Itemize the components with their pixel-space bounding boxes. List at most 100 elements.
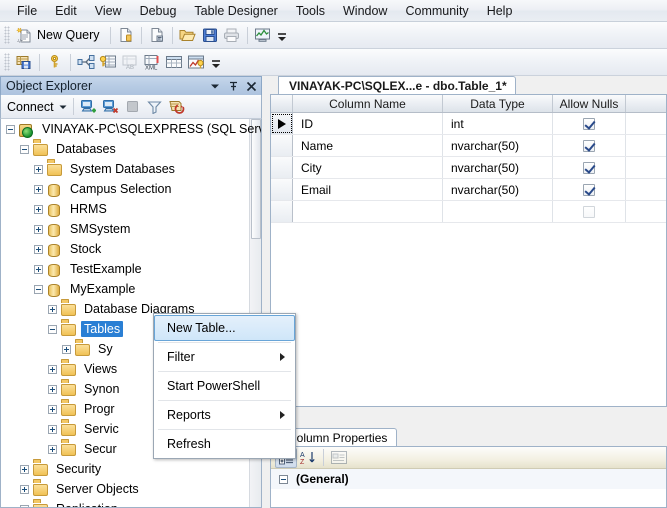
- row-selector[interactable]: [271, 135, 293, 156]
- save-icon[interactable]: [199, 24, 221, 46]
- expand-icon[interactable]: [20, 505, 29, 508]
- tree-node[interactable]: TestExample: [1, 259, 261, 279]
- new-query-icon[interactable]: [13, 24, 35, 46]
- manage-check-constraints-icon[interactable]: [163, 51, 185, 73]
- tree-node[interactable]: Replication: [1, 499, 261, 508]
- menu-item-window[interactable]: Window: [334, 1, 396, 21]
- expand-icon[interactable]: [34, 265, 43, 274]
- window-dropdown-icon[interactable]: [207, 79, 223, 94]
- manage-fulltext-index-icon[interactable]: AB: [119, 51, 141, 73]
- menu-item-tools[interactable]: Tools: [287, 1, 334, 21]
- manage-indexes-icon[interactable]: [97, 51, 119, 73]
- manage-partitions-icon[interactable]: [185, 51, 207, 73]
- toolbar-grip[interactable]: [4, 53, 10, 71]
- collapse-icon[interactable]: [6, 125, 15, 134]
- toolbar-overflow-icon[interactable]: [209, 51, 222, 73]
- row-selector[interactable]: [271, 201, 293, 222]
- cell-allow-nulls[interactable]: [553, 135, 626, 156]
- expand-icon[interactable]: [34, 185, 43, 194]
- row-selector[interactable]: [271, 113, 293, 134]
- collapse-icon[interactable]: [20, 145, 29, 154]
- allow-nulls-checkbox[interactable]: [583, 184, 595, 196]
- activity-monitor-icon[interactable]: [252, 24, 274, 46]
- expand-icon[interactable]: [48, 385, 57, 394]
- expand-icon[interactable]: [48, 305, 57, 314]
- cell-data-type[interactable]: [443, 201, 553, 222]
- tree-node[interactable]: Campus Selection: [1, 179, 261, 199]
- grid-row[interactable]: IDint: [271, 113, 666, 135]
- auto-hide-pin-icon[interactable]: [225, 79, 241, 94]
- context-menu-item[interactable]: Refresh: [155, 431, 294, 457]
- tree-node[interactable]: Databases: [1, 139, 261, 159]
- manage-xml-indexes-icon[interactable]: XML: [141, 51, 163, 73]
- cell-data-type[interactable]: nvarchar(50): [443, 157, 553, 178]
- new-query-button[interactable]: New Query: [35, 24, 106, 46]
- connect-object-explorer-icon[interactable]: [78, 96, 100, 118]
- expand-icon[interactable]: [20, 485, 29, 494]
- set-primary-key-icon[interactable]: [44, 51, 66, 73]
- context-menu-item[interactable]: Filter: [155, 344, 294, 370]
- grid-header-allow-nulls[interactable]: Allow Nulls: [553, 95, 626, 112]
- context-menu-item[interactable]: Start PowerShell: [155, 373, 294, 399]
- filter-icon[interactable]: [144, 96, 166, 118]
- allow-nulls-checkbox[interactable]: [583, 118, 595, 130]
- menu-item-edit[interactable]: Edit: [46, 1, 86, 21]
- disconnect-object-explorer-icon[interactable]: [100, 96, 122, 118]
- row-selector[interactable]: [271, 157, 293, 178]
- expand-icon[interactable]: [34, 205, 43, 214]
- toolbar-overflow-icon[interactable]: [276, 24, 289, 46]
- allow-nulls-checkbox[interactable]: [583, 140, 595, 152]
- expand-icon[interactable]: [34, 225, 43, 234]
- tree-node[interactable]: Security: [1, 459, 261, 479]
- refresh-icon[interactable]: [166, 96, 188, 118]
- cell-data-type[interactable]: nvarchar(50): [443, 179, 553, 200]
- new-file-script-icon[interactable]: [146, 24, 168, 46]
- cell-allow-nulls[interactable]: [553, 179, 626, 200]
- allow-nulls-checkbox[interactable]: [583, 206, 595, 218]
- print-icon[interactable]: [221, 24, 243, 46]
- cell-column-name[interactable]: Name: [293, 135, 443, 156]
- context-menu-item[interactable]: New Table...: [154, 315, 295, 341]
- expand-icon[interactable]: [48, 425, 57, 434]
- cell-allow-nulls[interactable]: [553, 113, 626, 134]
- open-file-icon[interactable]: [177, 24, 199, 46]
- cell-column-name[interactable]: City: [293, 157, 443, 178]
- cell-data-type[interactable]: nvarchar(50): [443, 135, 553, 156]
- grid-header-data-type[interactable]: Data Type: [443, 95, 553, 112]
- cell-allow-nulls[interactable]: [553, 157, 626, 178]
- expand-icon[interactable]: [48, 405, 57, 414]
- tab-table-designer[interactable]: VINAYAK-PC\SQLEX...e - dbo.Table_1*: [278, 76, 516, 94]
- context-menu-item[interactable]: Reports: [155, 402, 294, 428]
- tree-node[interactable]: VINAYAK-PC\SQLEXPRESS (SQL Server 10: [1, 119, 261, 139]
- tree-node[interactable]: System Databases: [1, 159, 261, 179]
- cell-data-type[interactable]: int: [443, 113, 553, 134]
- expand-icon[interactable]: [34, 245, 43, 254]
- menu-item-community[interactable]: Community: [396, 1, 477, 21]
- relationships-icon[interactable]: [75, 51, 97, 73]
- expand-icon[interactable]: [62, 345, 71, 354]
- row-selector[interactable]: [271, 179, 293, 200]
- expand-icon[interactable]: [20, 465, 29, 474]
- collapse-icon[interactable]: [34, 285, 43, 294]
- tree-node[interactable]: Server Objects: [1, 479, 261, 499]
- table-designer-grid[interactable]: Column Name Data Type Allow Nulls IDintN…: [270, 94, 667, 407]
- save-table-icon[interactable]: [13, 51, 35, 73]
- menu-item-debug[interactable]: Debug: [131, 1, 186, 21]
- cell-allow-nulls[interactable]: [553, 201, 626, 222]
- new-file-icon[interactable]: [115, 24, 137, 46]
- menu-item-table-designer[interactable]: Table Designer: [185, 1, 286, 21]
- toolbar-grip[interactable]: [4, 26, 10, 44]
- expand-icon[interactable]: [34, 165, 43, 174]
- menu-item-help[interactable]: Help: [478, 1, 522, 21]
- grid-row[interactable]: [271, 201, 666, 223]
- context-menu[interactable]: New Table... Filter Start PowerShell Report…: [153, 313, 296, 459]
- allow-nulls-checkbox[interactable]: [583, 162, 595, 174]
- expand-icon[interactable]: [48, 365, 57, 374]
- tree-node[interactable]: MyExample: [1, 279, 261, 299]
- grid-row[interactable]: Namenvarchar(50): [271, 135, 666, 157]
- menu-item-view[interactable]: View: [86, 1, 131, 21]
- menu-item-file[interactable]: File: [8, 1, 46, 21]
- connect-button[interactable]: Connect: [5, 96, 69, 118]
- cell-column-name[interactable]: Email: [293, 179, 443, 200]
- properties-general-group[interactable]: (General): [271, 469, 666, 489]
